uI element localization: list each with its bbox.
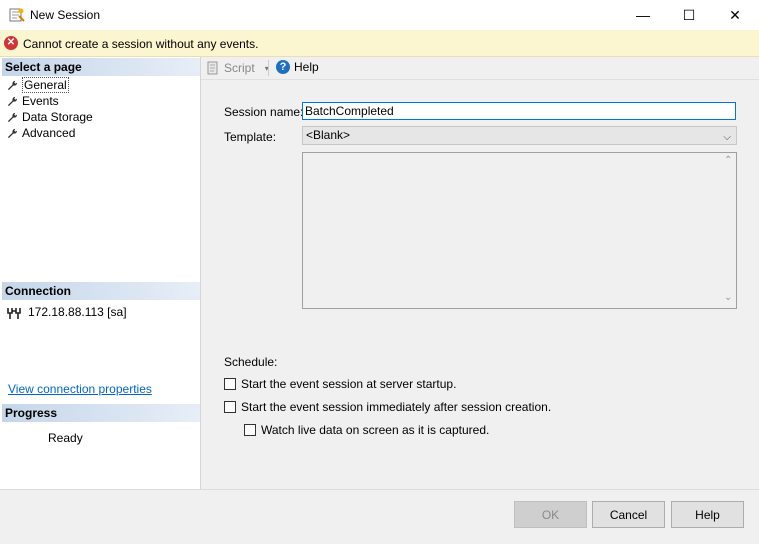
cancel-button[interactable]: Cancel [592,501,665,528]
wrench-icon [7,128,18,138]
connection-header: Connection [2,282,200,300]
nav-item-label: Advanced [22,126,76,140]
start-at-startup-checkbox[interactable] [224,378,236,390]
footer-help-button[interactable]: Help [671,501,744,528]
script-button[interactable]: Script ▾ [206,61,269,75]
progress-header: Progress [2,404,200,422]
scroll-down-icon[interactable]: ⌄ [724,292,732,303]
toolbar-help-button[interactable]: ? Help [276,60,319,74]
nav-item-general[interactable]: General [7,77,69,93]
option-label: Start the event session at server startu… [241,377,457,391]
option-label: Start the event session immediately afte… [241,400,552,414]
watch-live-data-option[interactable]: Watch live data on screen as it is captu… [244,423,489,437]
maximize-button[interactable]: ☐ [666,0,712,30]
start-at-startup-option[interactable]: Start the event session at server startu… [224,377,456,391]
nav-item-events[interactable]: Events [7,93,59,109]
close-icon: ✕ [729,6,741,23]
chevron-down-icon: ⌵ [723,132,731,143]
error-icon: ✕ [4,36,18,50]
scroll-up-icon[interactable]: ⌃ [724,155,732,166]
start-immediately-option[interactable]: Start the event session immediately afte… [224,400,551,414]
schedule-label: Schedule: [224,355,278,369]
cancel-label: Cancel [609,507,648,522]
template-value: <Blank> [306,128,351,142]
wrench-icon [7,96,18,106]
maximize-icon: ☐ [682,6,696,23]
minimize-button[interactable]: — [620,0,666,30]
title-bar: New Session — ☐ ✕ [0,0,759,31]
connection-server: 172.18.88.113 [sa] [28,305,127,319]
nav-item-label: Events [22,94,59,108]
template-dropdown[interactable]: <Blank> ⌵ [302,126,737,145]
template-label: Template: [224,130,277,144]
session-name-input[interactable] [302,102,736,120]
start-immediately-checkbox[interactable] [224,401,236,413]
session-name-label: Session name: [224,105,304,119]
template-description-box: ⌃ ⌄ [302,152,737,309]
help-icon: ? [276,60,290,74]
script-label: Script [224,61,255,75]
toolbar: Script ▾ ? Help [201,57,759,79]
nav-item-advanced[interactable]: Advanced [7,125,75,141]
error-bar: ✕ Cannot create a session without any ev… [0,30,759,57]
minimize-icon: — [636,7,650,23]
help-label: Help [294,60,319,74]
toolbar-separator [268,60,269,76]
select-page-header: Select a page [2,58,200,76]
ok-label: OK [541,507,560,522]
toolbar-divider [201,79,759,80]
app-icon [9,7,25,23]
script-icon [207,61,218,75]
nav-item-data-storage[interactable]: Data Storage [7,109,93,125]
wrench-icon [7,80,18,90]
wrench-icon [7,112,18,122]
left-pane: Select a page General Events Data Storag… [0,57,201,523]
help-label: Help [695,507,720,522]
nav-item-label: Data Storage [22,110,93,124]
vertical-scrollbar[interactable]: ⌃ ⌄ [720,153,736,308]
error-message: Cannot create a session without any even… [23,37,259,51]
window-title: New Session [30,8,101,22]
watch-live-data-checkbox[interactable] [244,424,256,436]
ok-button[interactable]: OK [514,501,587,528]
nav-item-label: General [22,77,69,93]
option-label: Watch live data on screen as it is captu… [261,423,490,437]
progress-status: Ready [48,431,83,445]
view-connection-properties-link[interactable]: View connection properties [8,382,152,396]
server-connection-icon [6,306,22,323]
close-button[interactable]: ✕ [712,0,758,30]
